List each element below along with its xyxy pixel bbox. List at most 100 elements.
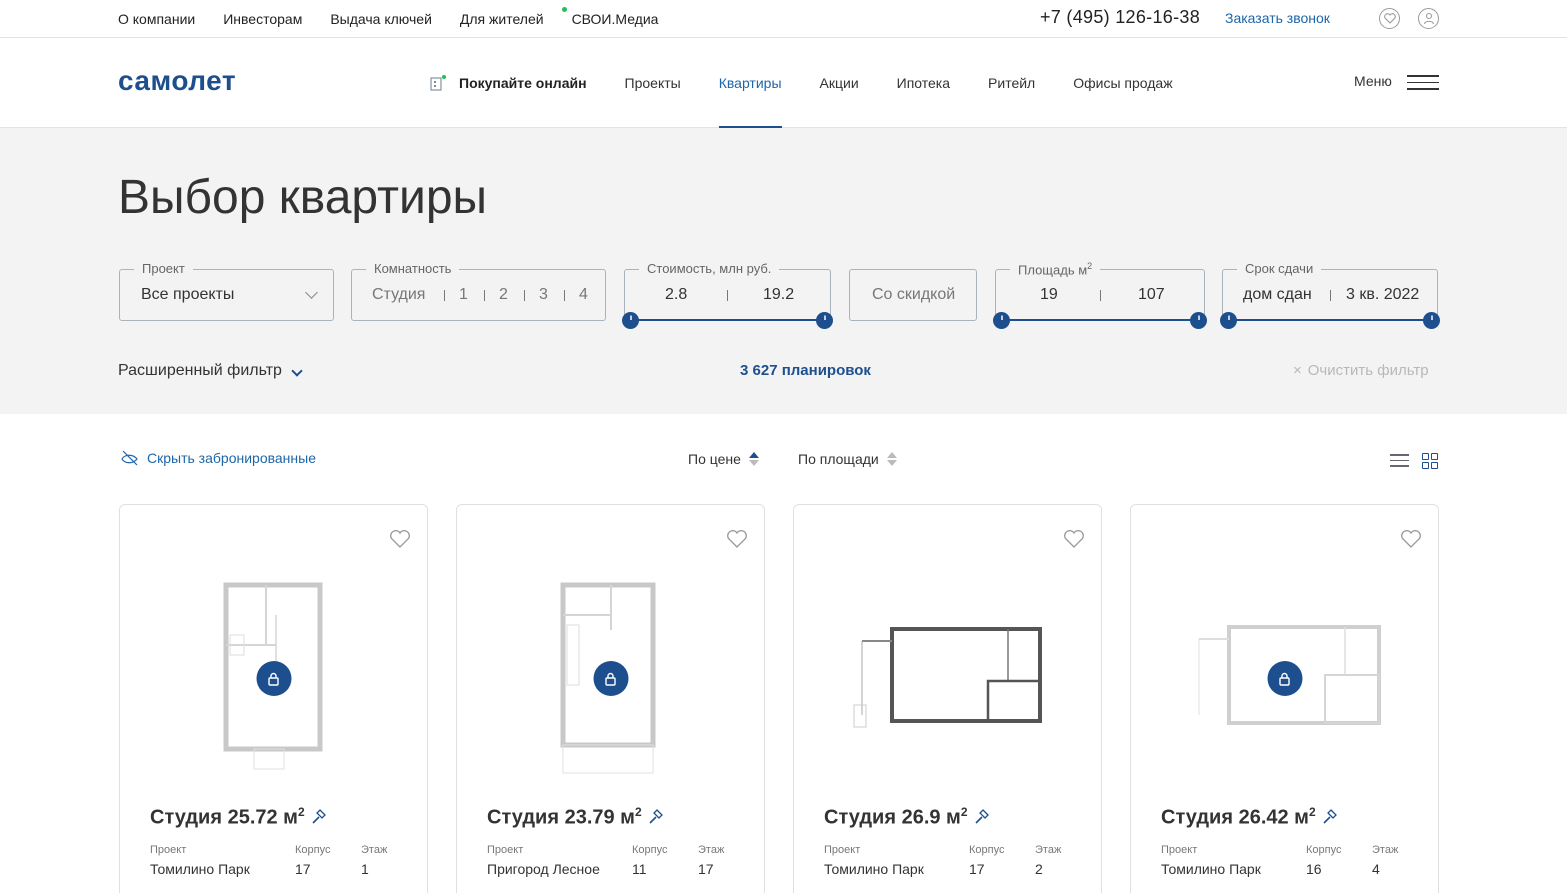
burger-menu-icon[interactable]: [1407, 75, 1439, 90]
apartment-title: Студия 23.79 м2: [487, 805, 666, 830]
nav-buy-online-label: Покупайте онлайн: [459, 75, 587, 91]
discount-label: Со скидкой: [872, 286, 956, 303]
phone-number[interactable]: +7 (495) 126-16-38: [1040, 7, 1200, 28]
rooms-filter: Комнатность Студия 1 2 3 4: [351, 261, 606, 321]
nav-apartments[interactable]: Квартиры: [718, 38, 782, 129]
nav-sales-offices[interactable]: Офисы продаж: [1073, 38, 1172, 128]
top-link-media[interactable]: СВОИ.Медиа: [561, 6, 658, 27]
deadline-label: Срок сдачи: [1237, 261, 1322, 276]
building-meta-label: Корпус: [632, 844, 668, 856]
price-min-handle[interactable]: [622, 312, 639, 329]
area-max-handle[interactable]: [1190, 312, 1207, 329]
area-min-handle[interactable]: [993, 312, 1010, 329]
apartment-card[interactable]: Студия 26.9 м2 Проект Корпус Этаж Томили…: [793, 504, 1102, 893]
chevron-down-icon[interactable]: [291, 365, 303, 377]
deadline-max[interactable]: 3 кв. 2022: [1346, 286, 1419, 304]
area-max[interactable]: 107: [1138, 286, 1165, 304]
favorites-heart-icon[interactable]: [1379, 8, 1400, 29]
project-select[interactable]: Проект Все проекты: [119, 261, 334, 321]
page-title: Выбор квартиры: [118, 171, 488, 224]
sort-by-price[interactable]: По цене: [688, 451, 759, 467]
nav-promotions[interactable]: Акции: [820, 38, 859, 128]
building-meta-label: Корпус: [295, 844, 331, 856]
price-max[interactable]: 19.2: [763, 286, 794, 304]
rooms-option-2[interactable]: 2: [499, 286, 508, 304]
area-slider-track[interactable]: [1001, 319, 1199, 321]
nav-buy-online[interactable]: Покупайте онлайн: [430, 38, 587, 128]
close-icon: ×: [1293, 362, 1302, 379]
price-label: Стоимость, млн руб.: [639, 261, 780, 276]
top-link-about[interactable]: О компании: [118, 11, 195, 27]
rooms-option-1[interactable]: 1: [459, 286, 468, 304]
floor-meta-label: Этаж: [698, 844, 725, 856]
project-meta-label: Проект: [150, 844, 187, 856]
clear-filter-label: Очистить фильтр: [1307, 362, 1429, 379]
heart-icon[interactable]: [1400, 529, 1422, 549]
user-icon[interactable]: [1418, 8, 1439, 29]
heart-icon[interactable]: [1063, 529, 1085, 549]
apartment-card[interactable]: Студия 26.42 м2 Проект Корпус Этаж Томил…: [1130, 504, 1439, 893]
rooms-label: Комнатность: [366, 261, 460, 276]
grid-view-icon[interactable]: [1422, 453, 1438, 469]
floor-plan-image: [848, 615, 1048, 740]
main-nav: Покупайте онлайн Проекты Квартиры Акции …: [430, 38, 1211, 129]
building-meta-label: Корпус: [969, 844, 1005, 856]
eye-hidden-icon: [121, 450, 139, 466]
top-link-investors[interactable]: Инвесторам: [223, 11, 302, 27]
callback-link[interactable]: Заказать звонок: [1225, 10, 1330, 26]
floor-number: 17: [698, 861, 714, 877]
top-link-keys[interactable]: Выдача ключей: [330, 11, 432, 27]
nav-retail[interactable]: Ритейл: [988, 38, 1035, 128]
deadline-min[interactable]: дом сдан: [1243, 286, 1312, 304]
building-number: 17: [969, 861, 985, 877]
top-link-residents[interactable]: Для жителей: [460, 11, 544, 27]
floor-meta-label: Этаж: [1372, 844, 1399, 856]
hammer-icon: [648, 808, 666, 826]
floor-number: 4: [1372, 861, 1380, 877]
discount-toggle[interactable]: Со скидкой: [849, 269, 977, 321]
nav-mortgage[interactable]: Ипотека: [897, 38, 950, 128]
area-min[interactable]: 19: [1040, 286, 1058, 304]
top-links: О компании Инвесторам Выдача ключей Для …: [118, 0, 686, 37]
floor-meta-label: Этаж: [1035, 844, 1062, 856]
rooms-option-3[interactable]: 3: [539, 286, 548, 304]
area-label: Площадь м2: [1010, 261, 1101, 278]
lock-icon: [256, 661, 291, 696]
menu-label[interactable]: Меню: [1354, 73, 1392, 89]
project-name: Пригород Лесное: [487, 861, 600, 877]
price-max-handle[interactable]: [816, 312, 833, 329]
advanced-filter-toggle[interactable]: Расширенный фильтр: [118, 362, 282, 380]
sort-by-area-label: По площади: [798, 451, 879, 467]
deadline-min-handle[interactable]: [1220, 312, 1237, 329]
apartment-card[interactable]: Студия 25.72 м2 Проект Корпус Этаж Томил…: [119, 504, 428, 893]
deadline-max-handle[interactable]: [1423, 312, 1440, 329]
layouts-count: 3 627 планировок: [740, 362, 871, 379]
price-slider-track[interactable]: [630, 319, 825, 321]
hide-booked-toggle[interactable]: Скрыть забронированные: [121, 450, 316, 466]
project-meta-label: Проект: [487, 844, 524, 856]
sort-arrows-icon: [886, 451, 897, 467]
price-min[interactable]: 2.8: [665, 286, 687, 304]
chevron-down-icon: [305, 286, 318, 299]
deadline-range-filter: Срок сдачи дом сдан 3 кв. 2022: [1220, 261, 1440, 329]
sort-by-area[interactable]: По площади: [798, 451, 897, 467]
lock-icon: [593, 661, 628, 696]
project-name: Томилино Парк: [1161, 861, 1261, 877]
area-range-filter: Площадь м2 19 107: [993, 261, 1207, 329]
nav-projects[interactable]: Проекты: [625, 38, 681, 128]
filter-panel: Выбор квартиры Проект Все проекты Комнат…: [0, 128, 1567, 414]
clear-filter-button[interactable]: × Очистить фильтр: [1293, 362, 1429, 379]
rooms-option-studio[interactable]: Студия: [372, 286, 425, 304]
heart-icon[interactable]: [726, 529, 748, 549]
apartment-title: Студия 26.42 м2: [1161, 805, 1340, 830]
samolet-logo[interactable]: самолет: [118, 65, 236, 97]
building-number: 11: [632, 861, 647, 877]
deadline-slider-track[interactable]: [1228, 319, 1432, 321]
apartment-card[interactable]: Студия 23.79 м2 Проект Корпус Этаж Приго…: [456, 504, 765, 893]
price-range-filter: Стоимость, млн руб. 2.8 19.2: [622, 261, 833, 329]
building-number: 17: [295, 861, 311, 877]
rooms-option-4[interactable]: 4: [579, 286, 588, 304]
list-view-icon[interactable]: [1390, 454, 1409, 467]
apartment-title: Студия 26.9 м2: [824, 805, 992, 830]
heart-icon[interactable]: [389, 529, 411, 549]
